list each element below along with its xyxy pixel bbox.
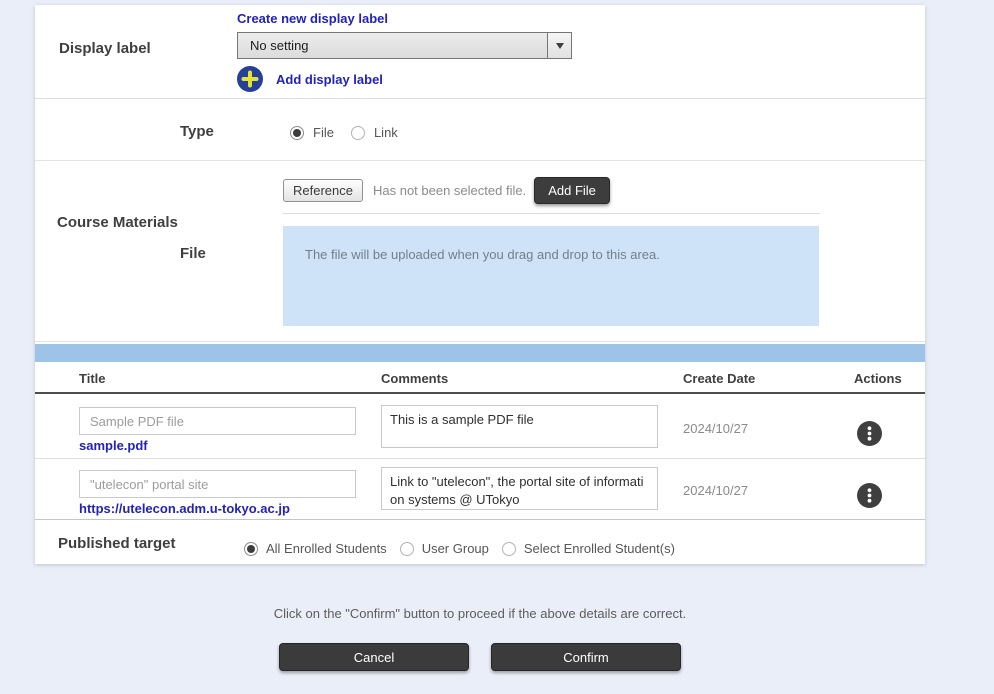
display-label-select-value: No setting — [238, 33, 547, 58]
published-target-field-label: Published target — [58, 535, 176, 552]
file-dropzone-hint: The file will be uploaded when you drag … — [283, 226, 819, 262]
row2-title-input[interactable] — [79, 470, 356, 498]
type-radio-group: File Link — [290, 99, 925, 140]
display-label-field-label: Display label — [59, 40, 151, 57]
table-row: https://utelecon.adm.u-tokyo.ac.jp Link … — [35, 459, 925, 520]
table-row: sample.pdf This is a sample PDF file 202… — [35, 394, 925, 459]
display-label-select[interactable]: No setting — [237, 32, 572, 59]
published-target-radio-user-group[interactable] — [400, 542, 414, 556]
type-radio-file-label[interactable]: File — [313, 125, 334, 140]
column-header-create-date: Create Date — [683, 362, 854, 392]
create-new-display-label-link[interactable]: Create new display label — [237, 11, 388, 26]
type-radio-link[interactable] — [351, 126, 365, 140]
display-label-select-arrow-button[interactable] — [547, 33, 571, 58]
type-radio-link-label[interactable]: Link — [374, 125, 398, 140]
column-header-comments: Comments — [381, 362, 683, 392]
row1-file-link[interactable]: sample.pdf — [79, 438, 148, 453]
add-display-label-link[interactable]: Add display label — [276, 72, 383, 87]
caret-down-icon — [556, 43, 564, 49]
reference-button[interactable]: Reference — [283, 179, 363, 202]
no-file-selected-text: Has not been selected file. — [373, 183, 526, 198]
row2-url-link[interactable]: https://utelecon.adm.u-tokyo.ac.jp — [79, 501, 290, 516]
published-target-all-enrolled-label[interactable]: All Enrolled Students — [266, 541, 387, 556]
column-header-actions: Actions — [854, 362, 925, 392]
row2-comments-box[interactable]: Link to "utelecon", the portal site of i… — [381, 467, 658, 510]
row1-kebab-menu-icon[interactable] — [857, 421, 882, 446]
form-card: Display label Create new display label N… — [35, 5, 925, 564]
cancel-button[interactable]: Cancel — [279, 643, 469, 671]
display-label-section: Display label Create new display label N… — [35, 5, 925, 99]
row1-title-input[interactable] — [79, 407, 356, 435]
row1-create-date: 2024/10/27 — [683, 421, 748, 436]
add-file-button[interactable]: Add File — [534, 177, 610, 204]
row2-kebab-menu-icon[interactable] — [857, 483, 882, 508]
confirm-instruction-text: Click on the "Confirm" button to proceed… — [35, 606, 925, 621]
published-target-user-group-label[interactable]: User Group — [422, 541, 489, 556]
published-target-radio-select-students[interactable] — [502, 542, 516, 556]
type-radio-file[interactable] — [290, 126, 304, 140]
row1-comments-box[interactable]: This is a sample PDF file — [381, 405, 658, 448]
course-materials-field-label: Course Materials — [57, 214, 178, 231]
published-target-select-students-label[interactable]: Select Enrolled Student(s) — [524, 541, 675, 556]
materials-table-header: Title Comments Create Date Actions — [35, 362, 925, 394]
plus-circle-icon[interactable] — [237, 66, 263, 92]
footer-button-row: Cancel Confirm — [35, 643, 925, 671]
file-reference-row: Reference Has not been selected file. Ad… — [283, 177, 820, 214]
course-materials-section: Course Materials File Reference Has not … — [35, 161, 925, 342]
type-section: Type File Link — [35, 99, 925, 161]
published-target-radio-all-enrolled[interactable] — [244, 542, 258, 556]
published-target-radio-group: All Enrolled Students User Group Select … — [244, 520, 925, 556]
column-header-title: Title — [79, 362, 381, 392]
file-field-label: File — [180, 245, 206, 262]
confirm-button[interactable]: Confirm — [491, 643, 681, 671]
type-field-label: Type — [180, 123, 214, 140]
add-display-label-row[interactable]: Add display label — [237, 66, 925, 92]
row2-create-date: 2024/10/27 — [683, 483, 748, 498]
published-target-section: Published target All Enrolled Students U… — [35, 520, 925, 564]
section-divider-bar — [35, 344, 925, 362]
file-dropzone[interactable]: The file will be uploaded when you drag … — [283, 226, 819, 326]
